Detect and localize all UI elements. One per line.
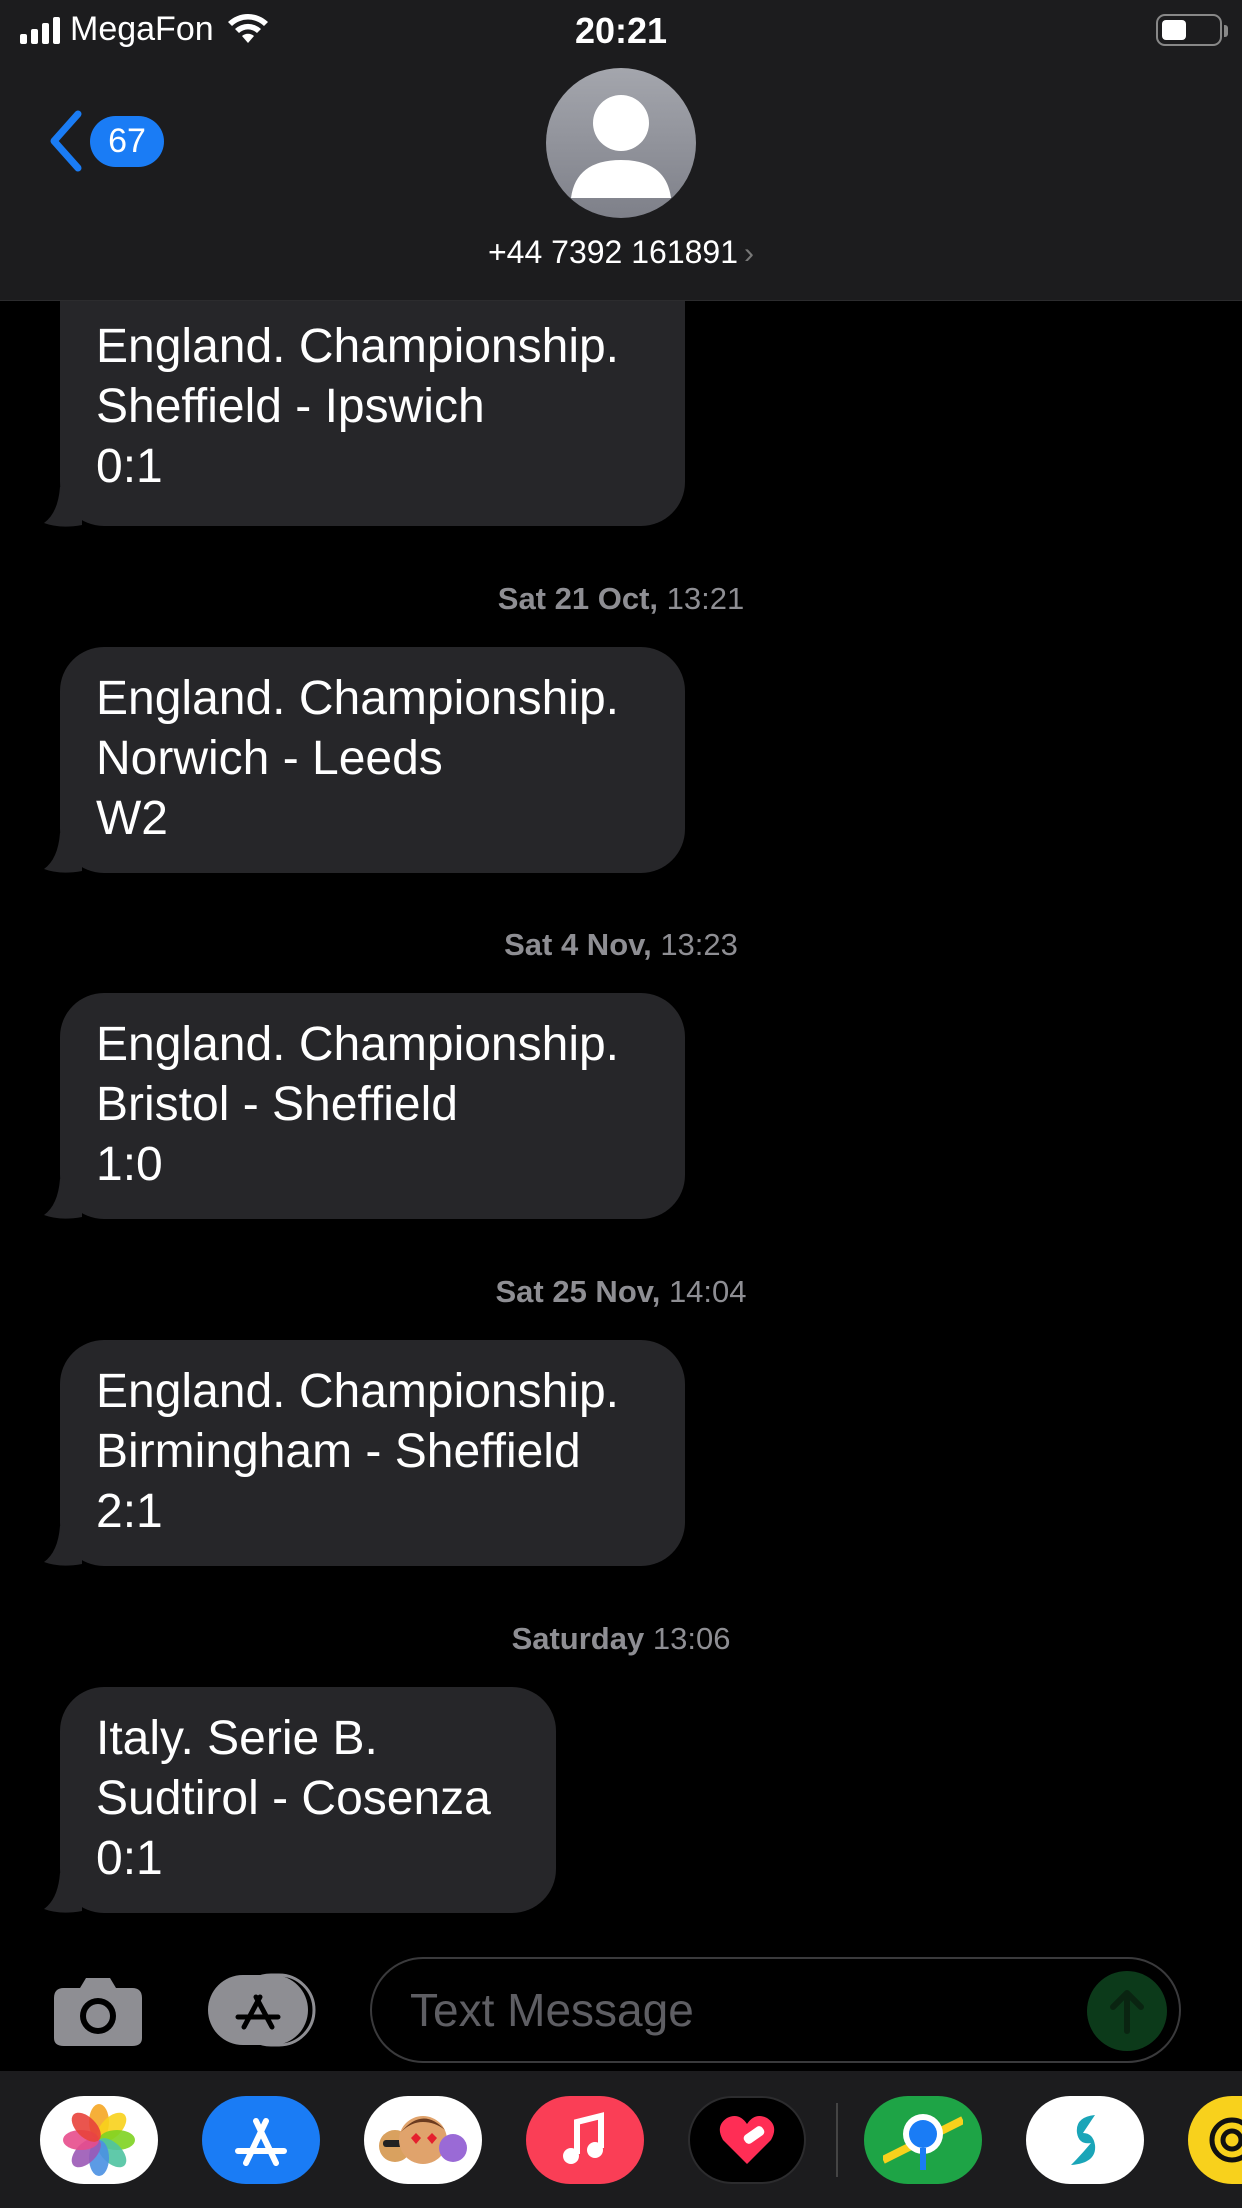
timestamp-time: 13:21 xyxy=(666,581,745,616)
bubble-tail xyxy=(44,1873,82,1913)
message-line: England. Championship. xyxy=(96,1365,620,1418)
message-thread[interactable]: England. Championship. Sheffield - Ipswi… xyxy=(0,301,1242,1951)
message-line: England. Championship. xyxy=(96,320,620,373)
bubble-tail xyxy=(44,833,82,873)
message-line: 2:1 xyxy=(96,1485,163,1538)
music-app-icon[interactable] xyxy=(526,2096,644,2184)
surfshark-app-icon[interactable] xyxy=(1026,2096,1144,2184)
battery-icon xyxy=(1156,14,1228,46)
message-line: Bristol - Sheffield xyxy=(96,1078,458,1131)
map-pin-icon xyxy=(883,2114,963,2170)
timestamp-day: Sat 25 Nov, xyxy=(495,1274,661,1309)
message-line: 1:0 xyxy=(96,1138,163,1191)
heart-icon xyxy=(719,2116,775,2164)
message-bubble[interactable]: England. Championship. Norwich - Leeds W… xyxy=(60,647,685,873)
message-line: England. Championship. xyxy=(96,672,620,725)
back-button[interactable]: 67 xyxy=(46,110,164,172)
message-line: England. Championship. xyxy=(96,1018,620,1071)
timestamp-time: 13:23 xyxy=(660,927,738,962)
spiral-icon xyxy=(1209,2117,1242,2163)
app-store-app-icon[interactable] xyxy=(202,2096,320,2184)
conversation-header: MegaFon 20:21 67 +44 7392 161891 › xyxy=(0,0,1242,301)
timestamp-day: Sat 21 Oct, xyxy=(497,581,659,616)
send-button[interactable] xyxy=(1087,1971,1167,2051)
chevron-left-icon xyxy=(50,110,82,172)
heart-app-icon[interactable] xyxy=(688,2096,806,2184)
bubble-tail xyxy=(44,1526,82,1566)
message-line: Italy. Serie B. xyxy=(96,1712,378,1765)
timestamp: Sat 4 Nov, 13:23 xyxy=(0,927,1242,963)
app-store-icon xyxy=(208,1973,316,2047)
contact-name: +44 7392 161891 xyxy=(487,234,739,270)
timestamp-day: Sat 4 Nov, xyxy=(504,927,652,962)
imessage-app-dock xyxy=(0,2071,1242,2208)
timestamp-time: 14:04 xyxy=(668,1274,747,1309)
message-line: Norwich - Leeds xyxy=(96,732,443,785)
message-bubble[interactable]: England. Championship. Bristol - Sheffie… xyxy=(60,993,685,1219)
bubble-tail xyxy=(44,487,82,527)
timestamp-time: 13:06 xyxy=(652,1621,731,1656)
timestamp-day: Saturday xyxy=(511,1621,645,1656)
memoji-icon xyxy=(379,2116,467,2164)
memoji-app-icon[interactable] xyxy=(364,2096,482,2184)
app-drawer-button[interactable] xyxy=(208,1973,320,2049)
timestamp: Sat 21 Oct, 13:21 xyxy=(0,581,1242,617)
camera-icon[interactable] xyxy=(52,1974,144,2048)
status-bar: MegaFon 20:21 xyxy=(0,0,1242,62)
music-note-icon xyxy=(563,2112,604,2164)
maps-app-icon[interactable] xyxy=(864,2096,982,2184)
message-input[interactable] xyxy=(410,1979,1090,2041)
message-line: W2 xyxy=(96,792,168,845)
message-line: 0:1 xyxy=(96,1832,163,1885)
timestamp: Sat 25 Nov, 14:04 xyxy=(0,1274,1242,1310)
status-time: 20:21 xyxy=(574,10,668,51)
chevron-right-icon: › xyxy=(744,237,755,270)
bubble-tail xyxy=(44,1179,82,1219)
unread-count-badge: 67 xyxy=(90,115,164,167)
app-store-glyph-icon xyxy=(235,2118,287,2166)
message-bubble[interactable]: England. Championship. Birmingham - Shef… xyxy=(60,1340,685,1566)
contact-name-button[interactable]: +44 7392 161891 › xyxy=(0,234,1242,271)
dock-divider xyxy=(836,2103,838,2177)
photos-app-icon[interactable] xyxy=(40,2096,158,2184)
message-field[interactable] xyxy=(370,1957,1181,2063)
message-bubble[interactable]: England. Championship. Sheffield - Ipswi… xyxy=(60,301,685,526)
yellow-app-icon[interactable] xyxy=(1188,2096,1242,2184)
timestamp: Saturday 13:06 xyxy=(0,1621,1242,1657)
photos-icon xyxy=(63,2104,135,2176)
contact-avatar[interactable] xyxy=(546,68,696,218)
message-line: Sudtirol - Cosenza xyxy=(96,1772,491,1825)
message-bubble[interactable]: Italy. Serie B. Sudtirol - Cosenza 0:1 xyxy=(60,1687,556,1913)
message-line: 0:1 xyxy=(96,440,163,493)
arrow-up-icon xyxy=(1110,1990,1144,2034)
composer-bar xyxy=(0,1951,1242,2071)
message-line: Sheffield - Ipswich xyxy=(96,380,485,433)
surfshark-icon xyxy=(1071,2115,1096,2165)
person-icon xyxy=(571,95,671,198)
message-line: Birmingham - Sheffield xyxy=(96,1425,581,1478)
